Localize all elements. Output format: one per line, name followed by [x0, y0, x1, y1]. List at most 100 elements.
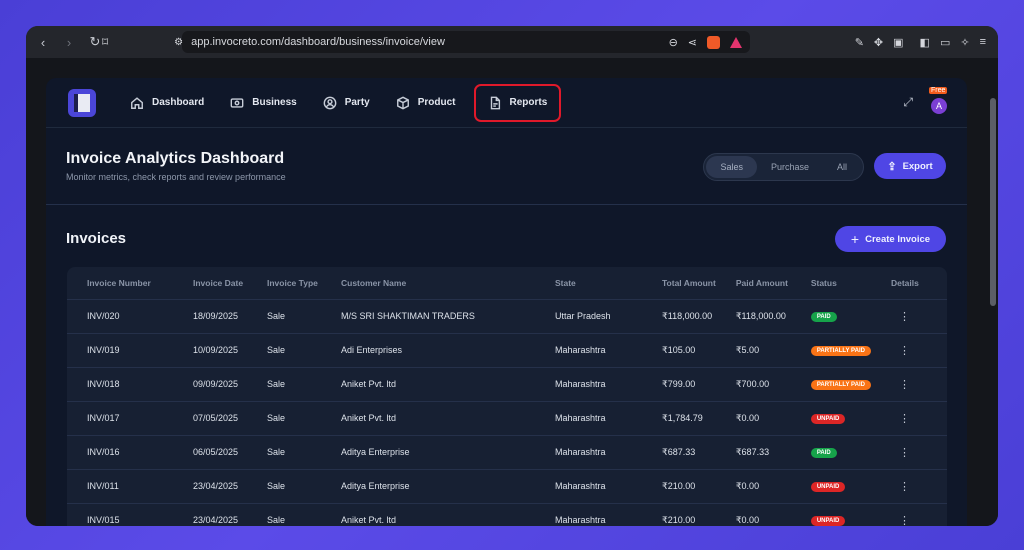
- cell-invoice-type: Sale: [247, 298, 321, 333]
- scrollbar[interactable]: [990, 98, 996, 306]
- extensions-icon[interactable]: ✥: [874, 36, 883, 49]
- table-row[interactable]: INV/020 18/09/2025 Sale M/S SRI SHAKTIMAN T…: [67, 298, 947, 333]
- screenshot-icon[interactable]: ▣: [893, 36, 903, 49]
- export-button[interactable]: ⇪ Export: [874, 153, 946, 179]
- cell-status: PAID: [790, 434, 871, 469]
- home-icon: [131, 96, 143, 109]
- col-customer-name[interactable]: Customer Name: [321, 267, 535, 299]
- cell-invoice-date: 23/04/2025: [173, 502, 247, 526]
- cell-paid-amount: ₹700.00: [715, 366, 791, 401]
- nav-party[interactable]: Party: [321, 84, 372, 122]
- cell-paid-amount: ₹118,000.00: [715, 298, 791, 333]
- table-row[interactable]: INV/015 23/04/2025 Sale Aniket Pvt. ltd Maha…: [67, 502, 947, 526]
- col-status[interactable]: Status: [791, 267, 871, 299]
- leo-ai-icon[interactable]: ✧: [960, 36, 969, 49]
- cell-total-amount: ₹687.33: [642, 434, 716, 469]
- create-invoice-button[interactable]: + Create Invoice: [835, 226, 946, 252]
- toggle-sales[interactable]: Sales: [706, 156, 757, 178]
- row-menu-icon[interactable]: ⋮: [870, 400, 947, 435]
- page-header: Invoice Analytics Dashboard Monitor metr…: [46, 128, 967, 205]
- cell-paid-amount: ₹0.00: [715, 400, 791, 435]
- wallet-icon[interactable]: ▭: [940, 36, 950, 49]
- col-invoice-number[interactable]: Invoice Number: [67, 267, 173, 299]
- bookmark-icon[interactable]: ⌑: [102, 35, 108, 49]
- zoom-icon[interactable]: ⊖: [669, 36, 678, 49]
- site-settings-icon[interactable]: ⚙: [174, 37, 183, 48]
- share-icon[interactable]: ⋖: [688, 36, 697, 49]
- fullscreen-icon[interactable]: ⤢: [903, 95, 913, 110]
- nav-business-label: Business: [252, 97, 297, 108]
- cell-invoice-type: Sale: [247, 502, 321, 526]
- eyedropper-icon[interactable]: ✎: [855, 36, 864, 49]
- url-text[interactable]: app.invocreto.com/dashboard/business/inv…: [191, 36, 660, 48]
- toggle-purchase[interactable]: Purchase: [757, 156, 823, 178]
- box-icon: [396, 96, 409, 109]
- app-logo[interactable]: [68, 88, 96, 117]
- status-badge: PAID: [810, 448, 837, 458]
- nav-dashboard-label: Dashboard: [152, 97, 205, 108]
- cell-customer-name: Adi Enterprises: [321, 332, 535, 367]
- cell-total-amount: ₹210.00: [642, 502, 716, 526]
- row-menu-icon[interactable]: ⋮: [870, 366, 947, 401]
- table-row[interactable]: INV/016 06/05/2025 Sale Aditya Enterprise Ma…: [67, 434, 947, 469]
- cell-status: PAID: [790, 298, 871, 333]
- col-paid-amount[interactable]: Paid Amount: [716, 267, 791, 299]
- row-menu-icon[interactable]: ⋮: [870, 298, 947, 333]
- cell-state: Uttar Pradesh: [535, 298, 642, 333]
- avatar-initial: A: [935, 100, 942, 111]
- row-menu-icon[interactable]: ⋮: [870, 434, 947, 469]
- cell-total-amount: ₹1,784.79: [642, 400, 716, 435]
- address-bar[interactable]: ⌑ ⚙ app.invocreto.com/dashboard/business…: [102, 31, 750, 53]
- cell-customer-name: Aditya Enterprise: [321, 434, 535, 469]
- nav-reports-label: Reports: [509, 97, 548, 108]
- col-invoice-date[interactable]: Invoice Date: [173, 267, 247, 299]
- forward-icon[interactable]: ›: [60, 33, 78, 51]
- status-badge: UNPAID: [810, 516, 846, 526]
- table-row[interactable]: INV/017 07/05/2025 Sale Aniket Pvt. ltd Maha…: [67, 400, 947, 435]
- business-icon: [230, 97, 244, 108]
- cell-invoice-number: INV/017: [67, 400, 173, 435]
- row-menu-icon[interactable]: ⋮: [870, 332, 947, 367]
- table-row[interactable]: INV/011 23/04/2025 Sale Aditya Enterprise Ma…: [67, 468, 947, 503]
- invoices-table: Invoice Number Invoice Date Invoice Type…: [67, 267, 947, 526]
- nav-business[interactable]: Business: [228, 84, 298, 122]
- table-row[interactable]: INV/018 09/09/2025 Sale Aniket Pvt. ltd Maha…: [67, 366, 947, 401]
- nav-product[interactable]: Product: [394, 84, 458, 122]
- col-state[interactable]: State: [535, 267, 642, 299]
- col-total-amount[interactable]: Total Amount: [642, 267, 716, 299]
- status-badge: PAID: [810, 312, 837, 322]
- cell-invoice-type: Sale: [247, 332, 321, 367]
- table-row[interactable]: INV/019 10/09/2025 Sale Adi Enterprises Maha…: [67, 332, 947, 367]
- sidebar-icon[interactable]: ◧: [920, 36, 930, 49]
- cell-invoice-number: INV/011: [67, 468, 173, 503]
- cell-status: PARTIALLY PAID: [790, 332, 871, 367]
- row-menu-icon[interactable]: ⋮: [870, 502, 947, 526]
- menu-icon[interactable]: ≡: [980, 36, 986, 48]
- export-label: Export: [902, 160, 933, 172]
- cell-state: Maharashtra: [535, 502, 642, 526]
- file-icon: [490, 96, 500, 109]
- col-details: Details: [890, 277, 919, 288]
- avatar[interactable]: Free A: [929, 86, 948, 114]
- nav-dashboard[interactable]: Dashboard: [128, 84, 206, 122]
- cell-invoice-type: Sale: [247, 468, 321, 503]
- toggle-all[interactable]: All: [823, 156, 861, 178]
- nav-reports[interactable]: Reports: [473, 83, 562, 122]
- cell-customer-name: Aniket Pvt. ltd: [321, 366, 535, 401]
- cell-customer-name: Aniket Pvt. ltd: [321, 400, 535, 435]
- cell-paid-amount: ₹687.33: [715, 434, 791, 469]
- cell-total-amount: ₹210.00: [642, 468, 716, 503]
- brave-rewards-icon[interactable]: [730, 36, 742, 48]
- cell-invoice-number: INV/018: [67, 366, 173, 401]
- cell-paid-amount: ₹5.00: [715, 332, 791, 367]
- row-menu-icon[interactable]: ⋮: [870, 468, 947, 503]
- cell-state: Maharashtra: [535, 400, 642, 435]
- brave-shield-icon[interactable]: [707, 35, 720, 49]
- cell-total-amount: ₹799.00: [642, 366, 716, 401]
- col-invoice-type[interactable]: Invoice Type: [247, 267, 321, 299]
- invoice-type-toggle: Sales Purchase All: [703, 153, 864, 181]
- cell-paid-amount: ₹0.00: [715, 502, 791, 526]
- status-badge: UNPAID: [810, 482, 846, 492]
- back-icon[interactable]: ‹: [34, 33, 52, 51]
- cell-invoice-type: Sale: [247, 434, 321, 469]
